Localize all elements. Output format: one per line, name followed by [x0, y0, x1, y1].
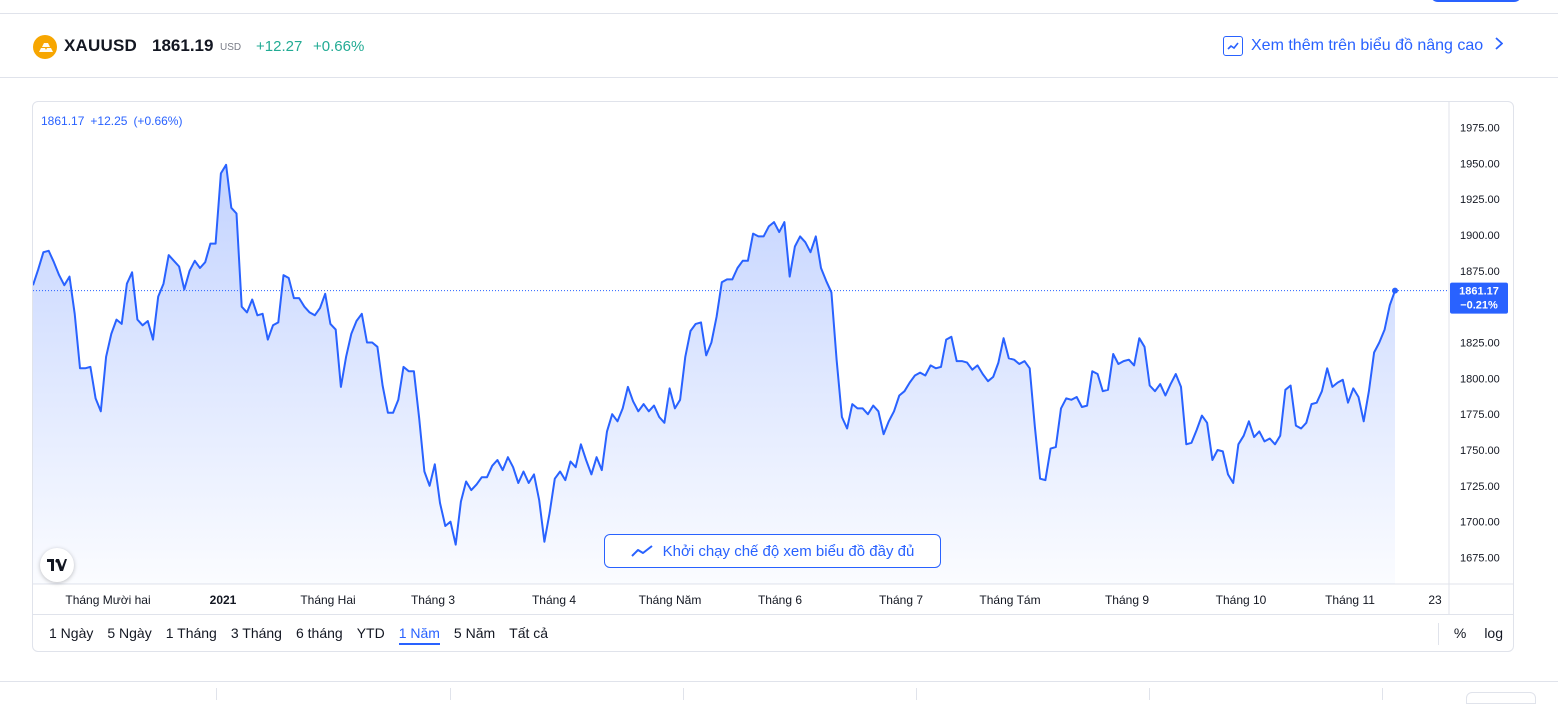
legend-change: +12.25 — [90, 114, 128, 128]
range-button[interactable]: 3 Tháng — [231, 625, 282, 645]
trend-icon — [630, 545, 653, 557]
range-button[interactable]: 1 Tháng — [166, 625, 217, 645]
range-button[interactable]: 1 Ngày — [49, 625, 93, 645]
legend: 1861.17 +12.25 (+0.66%) — [41, 114, 182, 128]
bottom-divider — [1382, 688, 1383, 700]
advanced-chart-link[interactable]: Xem thêm trên biểu đồ nâng cao — [1223, 34, 1504, 58]
scale-options: % log — [1454, 625, 1503, 641]
range-button[interactable]: 5 Năm — [454, 625, 495, 645]
bottom-divider — [916, 688, 917, 700]
x-tick-label: Tháng 10 — [1216, 593, 1267, 607]
y-tick-label: 1775.00 — [1460, 409, 1500, 421]
last-price-axis-value: 1861.17 — [1459, 286, 1499, 298]
bottom-strip — [0, 681, 1558, 704]
toolbar-divider — [1438, 623, 1439, 645]
x-tick-label: 2021 — [210, 593, 237, 607]
legend-change-percent: (+0.66%) — [133, 114, 183, 128]
tradingview-logo-icon[interactable] — [40, 548, 74, 582]
x-tick-label: Tháng Hai — [300, 593, 355, 607]
y-tick-label: 1825.00 — [1460, 338, 1500, 350]
y-tick-label: 1875.00 — [1460, 266, 1500, 278]
y-tick-label: 1925.00 — [1460, 194, 1500, 206]
legend-price: 1861.17 — [41, 114, 85, 128]
bottom-divider — [450, 688, 451, 700]
log-scale-toggle[interactable]: log — [1484, 625, 1503, 641]
percent-scale-toggle[interactable]: % — [1454, 625, 1466, 641]
bottom-divider — [216, 688, 217, 700]
range-button[interactable]: 5 Ngày — [107, 625, 151, 645]
y-tick-label: 1800.00 — [1460, 373, 1500, 385]
bottom-divider — [683, 688, 684, 700]
currency-label: USD — [220, 42, 242, 53]
range-button[interactable]: Tất cả — [509, 625, 548, 645]
top-strip — [0, 0, 1558, 14]
bottom-divider — [1149, 688, 1150, 700]
symbol-header: XAUUSD 1861.19 USD +12.27 +0.66% Xem thê… — [0, 14, 1558, 78]
price-change-percent: +0.66% — [313, 38, 365, 55]
launch-full-chart-label: Khởi chạy chế độ xem biểu đồ đầy đủ — [662, 542, 915, 560]
y-tick-label: 1975.00 — [1460, 123, 1500, 135]
range-toolbar: 1 Ngày 5 Ngày 1 Tháng 3 Tháng 6 tháng YTD 1 Nă… — [33, 614, 1513, 651]
y-tick-label: 1700.00 — [1460, 517, 1500, 529]
x-tick-label: Tháng Mười hai — [65, 593, 150, 607]
advanced-chart-link-label: Xem thêm trên biểu đồ nâng cao — [1251, 37, 1484, 54]
y-tick-label: 1900.00 — [1460, 230, 1500, 242]
x-tick-label: Tháng Tám — [979, 593, 1040, 607]
x-tick-label: Tháng 6 — [758, 593, 802, 607]
x-tick-label: Tháng 7 — [879, 593, 923, 607]
bottom-card[interactable] — [1466, 692, 1536, 704]
y-tick-label: 1725.00 — [1460, 481, 1500, 493]
symbol-name[interactable]: XAUUSD — [64, 36, 137, 56]
x-tick-label: Tháng 11 — [1325, 593, 1375, 607]
launch-full-chart-button[interactable]: Khởi chạy chế độ xem biểu đồ đầy đủ — [604, 534, 941, 568]
y-tick-label: 1950.00 — [1460, 158, 1500, 170]
price-change: +12.27 — [256, 38, 303, 55]
gold-bars-icon — [33, 35, 57, 59]
last-price: 1861.19 — [152, 36, 214, 55]
range-button[interactable]: 6 tháng — [296, 625, 343, 645]
x-tick-label: Tháng 4 — [532, 593, 576, 607]
y-tick-label: 1675.00 — [1460, 553, 1500, 565]
x-tick-label: Tháng Năm — [639, 593, 702, 607]
last-price-axis-change: −0.21% — [1460, 300, 1498, 312]
chart-line-icon — [1223, 36, 1243, 56]
last-price-dot — [1392, 287, 1398, 294]
x-tick-label: Tháng 3 — [411, 593, 455, 607]
range-button[interactable]: 1 Năm — [398, 625, 440, 645]
x-tick-label: 23 — [1428, 593, 1442, 607]
range-button[interactable]: YTD — [357, 625, 385, 645]
y-tick-label: 1750.00 — [1460, 445, 1500, 457]
chevron-right-icon — [1495, 37, 1504, 55]
x-tick-label: Tháng 9 — [1105, 593, 1149, 607]
chart-panel: 1675.00 1700.00 1725.00 1750.00 1775.00 1800.… — [32, 101, 1514, 652]
top-accent-button[interactable] — [1430, 0, 1522, 2]
range-selector: 1 Ngày 5 Ngày 1 Tháng 3 Tháng 6 tháng YTD 1 Nă… — [49, 625, 548, 645]
